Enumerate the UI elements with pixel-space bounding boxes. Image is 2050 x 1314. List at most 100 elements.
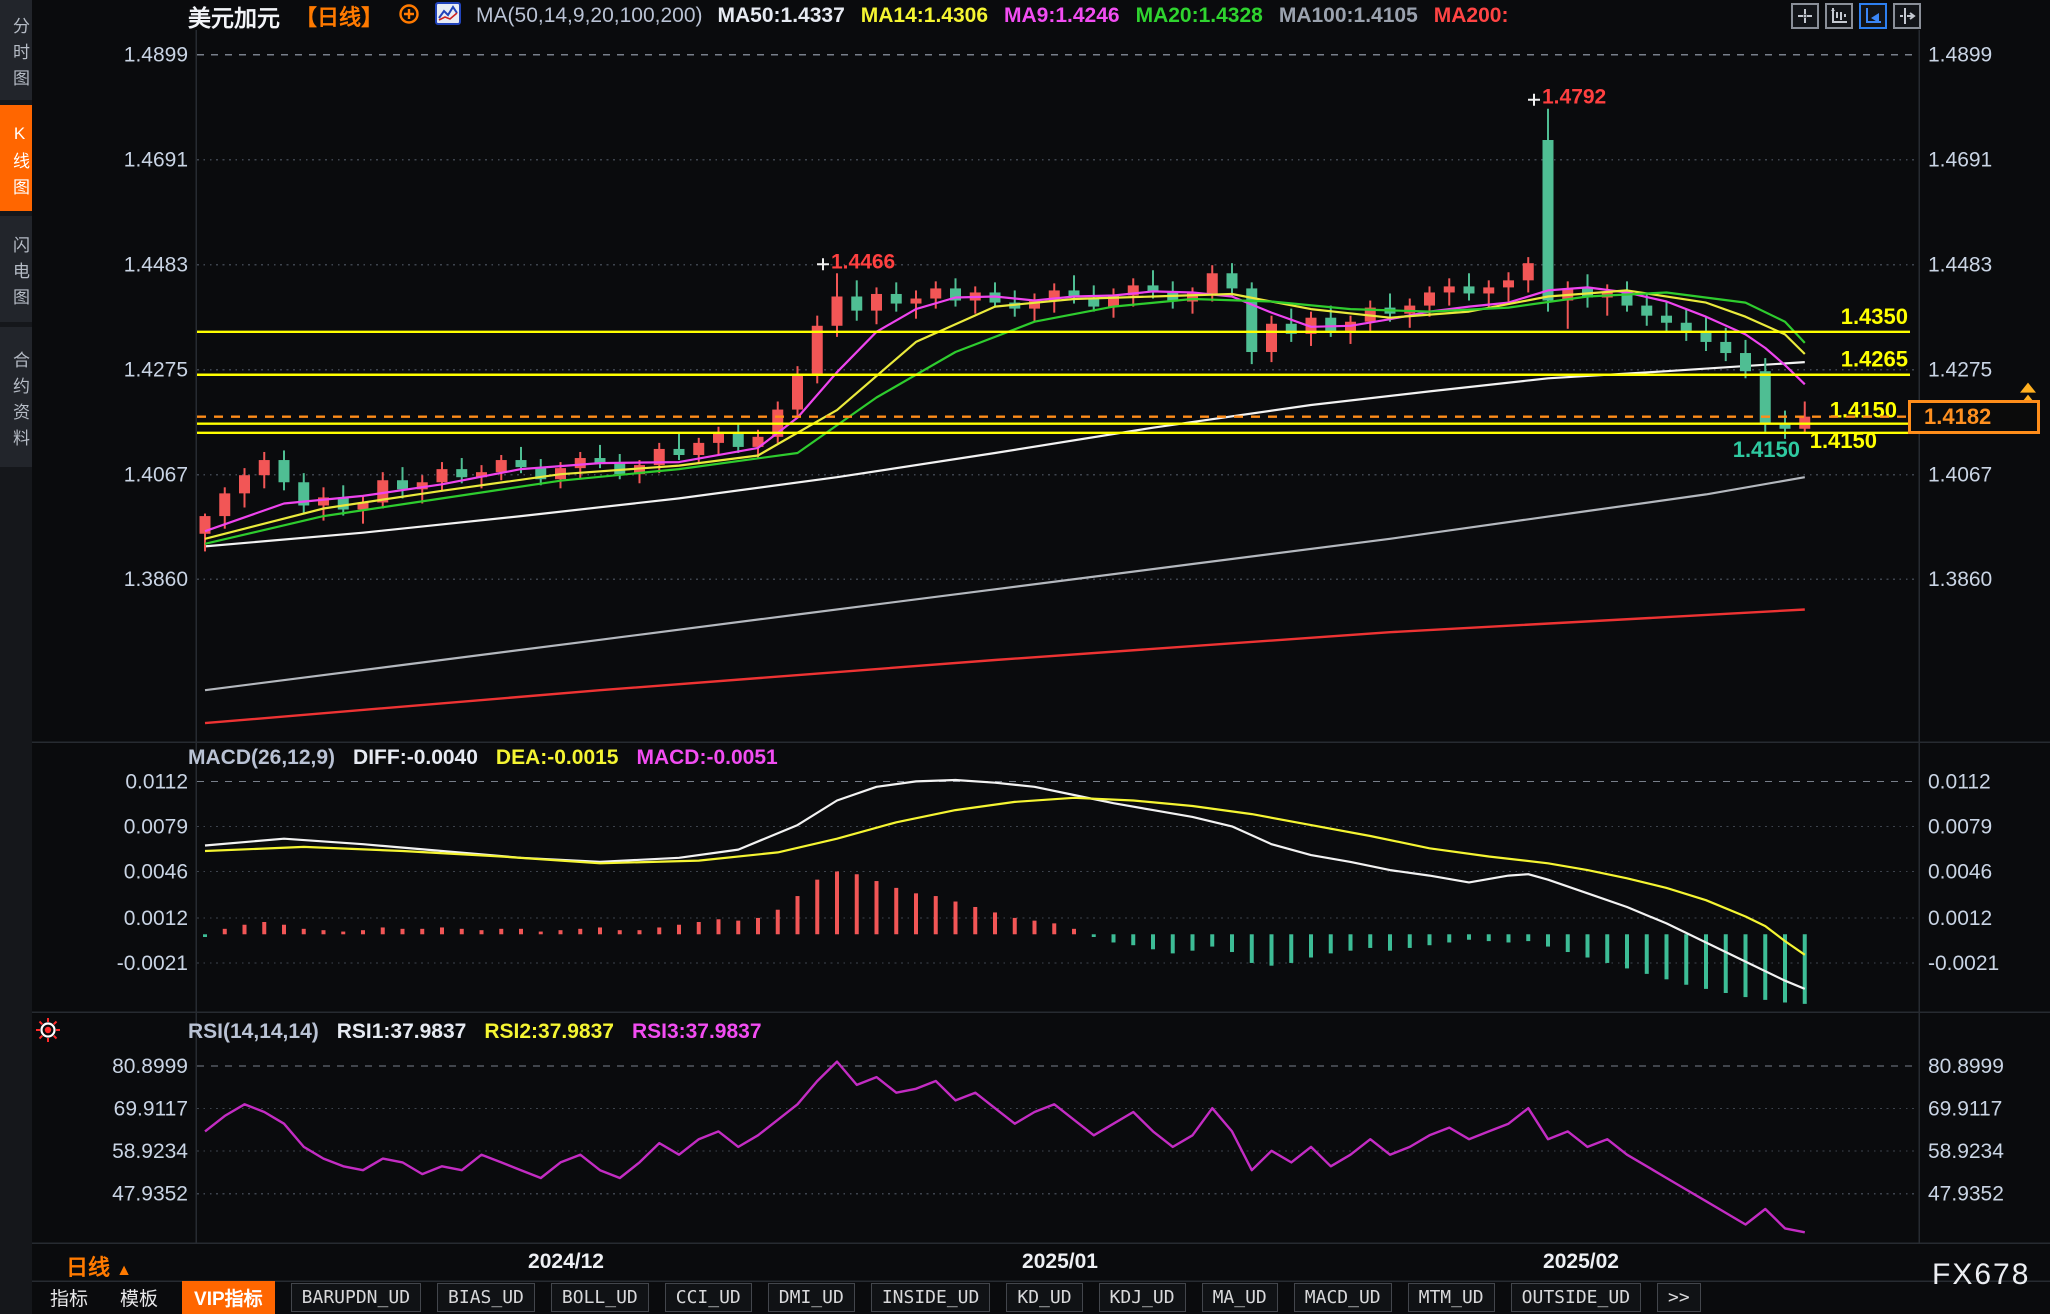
ma14-line <box>205 290 1805 538</box>
tab-indicator[interactable]: KD_UD <box>1006 1283 1082 1312</box>
macd-axis-label-right: 0.0012 <box>1928 907 1992 930</box>
crosshair-move-icon[interactable] <box>1791 3 1819 29</box>
tab-indicator[interactable]: KDJ_UD <box>1099 1283 1186 1312</box>
date-label: 2025/02 <box>1543 1250 1619 1274</box>
candle-body <box>1661 316 1672 323</box>
price-axis-label-right: 1.3860 <box>1928 568 1992 591</box>
ma9-line <box>205 287 1805 531</box>
candle-body <box>1444 286 1455 292</box>
current-price-box: 1.4182 <box>1908 400 2040 434</box>
tab-indicator[interactable]: MACD_UD <box>1294 1283 1392 1312</box>
macd-axis-label-left: 0.0012 <box>124 907 188 930</box>
rsi-axis-label-right: 58.9234 <box>1928 1140 2004 1163</box>
date-label: 2025/01 <box>1022 1250 1098 1274</box>
candle-body <box>1424 292 1435 305</box>
tabs-more-button[interactable]: >> <box>1657 1283 1701 1312</box>
period-tag[interactable]: 【日线】 <box>295 0 383 32</box>
rsi-header: RSI(14,14,14)RSI1:37.9837RSI2:37.9837RSI… <box>188 1020 762 1044</box>
level-label: 1.4265 <box>1841 347 1908 372</box>
macd-header-segment: MACD(26,12,9) <box>188 746 335 770</box>
scale-axis-icon[interactable] <box>1825 3 1853 29</box>
macd-header-segment: DIFF:-0.0040 <box>353 746 478 770</box>
sidebar-item-2[interactable]: K线图 <box>0 105 32 211</box>
ma50-line <box>205 362 1805 546</box>
candle-body <box>1227 273 1238 288</box>
price-axis-label-left: 1.4691 <box>124 149 188 172</box>
tab-vip-indicators[interactable]: VIP指标 <box>182 1281 275 1314</box>
tab-indicator[interactable]: BIAS_UD <box>437 1283 535 1312</box>
sidebar-item-4[interactable]: 合约资料 <box>0 327 32 467</box>
tab-indicator[interactable]: DMI_UD <box>768 1283 855 1312</box>
level-label: 1.4350 <box>1841 304 1908 329</box>
rsi-axis-label-left: 69.9117 <box>114 1098 188 1121</box>
macd-header-segment: MACD:-0.0051 <box>636 746 777 770</box>
candle-body <box>812 326 823 374</box>
tab[interactable]: 指标 <box>42 1282 96 1313</box>
mini-line-chart-icon[interactable] <box>435 2 461 30</box>
tab-indicator[interactable]: CCI_UD <box>665 1283 752 1312</box>
candle-body <box>930 288 941 298</box>
candle-body <box>437 469 448 482</box>
plus-marker <box>1528 94 1540 106</box>
macd-header: MACD(26,12,9)DIFF:-0.0040DEA:-0.0015MACD… <box>188 746 778 770</box>
candle-body <box>219 493 230 516</box>
price-axis-label-right: 1.4691 <box>1928 149 1992 172</box>
diff-line <box>205 780 1805 989</box>
rsi-header-segment: RSI2:37.9837 <box>484 1020 614 1044</box>
candle-body <box>674 449 685 455</box>
macd-axis-label-right: 0.0046 <box>1928 860 1992 883</box>
ma-value: MA20:1.4328 <box>1136 4 1263 28</box>
dea-line <box>205 798 1805 955</box>
price-axis-label-left: 1.3860 <box>124 568 188 591</box>
price-axis-label-left: 1.4899 <box>124 44 188 67</box>
candle-body <box>693 443 704 455</box>
plus-marker <box>817 258 829 270</box>
ma-value: MA9:1.4246 <box>1004 4 1120 28</box>
rsi-axis-label-right: 47.9352 <box>1928 1183 2004 1206</box>
macd-axis-label-right: -0.0021 <box>1928 952 1999 975</box>
period-selector[interactable]: 日线 ▲ <box>66 1250 132 1282</box>
date-label: 2024/12 <box>528 1250 604 1274</box>
macd-axis-label-right: 0.0112 <box>1928 770 1991 793</box>
circle-plus-icon[interactable] <box>398 3 420 30</box>
macd-axis-label-left: 0.0079 <box>124 815 188 838</box>
live-record-icon[interactable] <box>34 1016 62 1049</box>
candle-body <box>575 458 586 468</box>
tab-indicator[interactable]: BOLL_UD <box>551 1283 649 1312</box>
ma200-line <box>205 610 1805 724</box>
rsi-line <box>205 1062 1805 1233</box>
tab-indicator[interactable]: BARUPDN_UD <box>291 1283 421 1312</box>
candle-body <box>1503 280 1514 287</box>
price-axis-label-right: 1.4899 <box>1928 44 1992 67</box>
candle-body <box>713 434 724 443</box>
macd-axis-label-left: 0.0046 <box>124 860 188 883</box>
ma-value: MA100:1.4105 <box>1279 4 1418 28</box>
tab[interactable]: 模板 <box>112 1282 166 1313</box>
candle-body <box>832 296 843 325</box>
candle-body <box>1720 342 1731 353</box>
candle-body <box>871 294 882 311</box>
shift-axis-icon[interactable] <box>1893 3 1921 29</box>
sidebar-item-3[interactable]: 闪电图 <box>0 216 32 322</box>
pointer-axis-icon[interactable] <box>1859 3 1887 29</box>
tab-indicator[interactable]: MTM_UD <box>1408 1283 1495 1312</box>
chart-toolbar <box>1791 3 1921 29</box>
candle-body <box>792 374 803 409</box>
tab-indicator[interactable]: INSIDE_UD <box>871 1283 991 1312</box>
level-label: 1.4150 <box>1810 428 1877 453</box>
ma-value: MA50:1.4337 <box>718 4 845 28</box>
rsi-axis-label-left: 58.9234 <box>112 1140 188 1163</box>
candle-body <box>239 475 250 493</box>
symbol-title: 美元加元 <box>188 0 280 33</box>
watermark: FX678 <box>1932 1258 2030 1292</box>
tab-indicator[interactable]: MA_UD <box>1202 1283 1278 1312</box>
tab-indicator[interactable]: OUTSIDE_UD <box>1511 1283 1641 1312</box>
sidebar-item-1[interactable]: 分时图 <box>0 0 32 100</box>
price-axis-label-right: 1.4483 <box>1928 254 1992 277</box>
chart-canvas[interactable]: 1.4899 1.4899 1.4691 1.4691 1.4483 1.4483 1.42… <box>0 0 2050 1314</box>
price-axis-label-left: 1.4483 <box>124 254 188 277</box>
ma20-line <box>205 293 1805 544</box>
rsi-header-segment: RSI1:37.9837 <box>337 1020 467 1044</box>
price-annotation: 1.4792 <box>1542 86 1606 109</box>
price-axis-label-right: 1.4275 <box>1928 359 1992 382</box>
